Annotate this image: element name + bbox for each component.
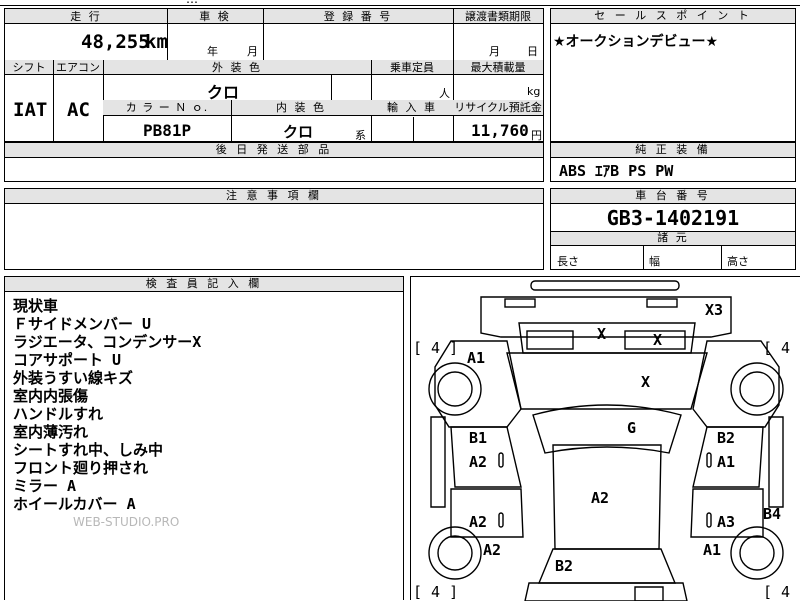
damage-mark: A2 <box>469 453 488 471</box>
dim-width-label: 幅 <box>649 255 660 268</box>
later-parts-block: 後 日 発 送 部 品 <box>4 142 544 182</box>
inspector-header: 検 査 員 記 入 欄 <box>5 277 403 292</box>
damage-mark: B1 <box>469 429 488 447</box>
chassis-header: 車 台 番 号 <box>551 189 795 204</box>
damage-mark: X <box>597 325 607 343</box>
damage-mark: B4 <box>763 505 782 523</box>
damage-mark: A2 <box>469 513 488 531</box>
damage-mark: A2 <box>483 541 502 559</box>
damage-mark: G <box>627 419 637 437</box>
chassis-block: 車 台 番 号 GB3-1402191 諸 元 長さ 幅 高さ <box>550 188 796 270</box>
transfer-day-unit: 日 <box>527 45 538 58</box>
remark-item: 外装うすい線キズ <box>13 369 134 387</box>
damage-mark: A1 <box>467 349 486 367</box>
damage-mark: A3 <box>717 513 736 531</box>
inspection-year-unit: 年 <box>207 45 218 58</box>
shift-label: シフト <box>12 61 46 74</box>
remark-item: 室内薄汚れ <box>13 423 89 441</box>
interior-color-value: クロ <box>283 123 314 141</box>
sales-point-text: ★オークションデビュー★ <box>553 34 719 50</box>
divider <box>721 246 722 270</box>
recycle-value: 11,760 <box>471 121 529 140</box>
dim-height-label: 高さ <box>727 255 749 268</box>
chassis-value: GB3-1402191 <box>606 206 740 230</box>
divider <box>413 117 414 141</box>
recycle-label: リサイクル預託金 <box>454 101 542 114</box>
damage-mark: B2 <box>555 557 574 575</box>
interior-color-suffix: 系 <box>355 129 366 142</box>
damage-mark: B2 <box>717 429 736 447</box>
inspection-label: 車 検 <box>199 10 231 23</box>
spec-block: 走 行 車 検 登 録 番 号 譲渡書類期限 48,255 km 年 月 月 日… <box>4 8 544 142</box>
recycle-unit: 円 <box>531 129 542 142</box>
exterior-color-label: 外 装 色 <box>212 61 262 74</box>
equipment-text: ABS ｴｱB PS PW <box>559 162 674 180</box>
remark-item: フロント廻り押され <box>13 459 149 477</box>
registration-label: 登 録 番 号 <box>323 10 393 23</box>
equipment-header: 純 正 装 備 <box>551 143 795 158</box>
remark-item: ホイールカバー A <box>13 495 136 513</box>
interior-color-label: 内 装 色 <box>276 101 326 114</box>
remark-item: Ｆサイドメンバー U <box>13 315 152 333</box>
watermark-text: WEB-STUDIO.PRO <box>73 515 180 529</box>
mileage-value: 48,255 <box>81 31 150 53</box>
remarks-list: 現状車 Ｆサイドメンバー U ラジエータ、コンデンサーX コアサポート U 外装うすい線… <box>13 297 201 513</box>
notes-header: 注 意 事 項 欄 <box>5 189 543 204</box>
dim-length-label: 長さ <box>557 255 579 268</box>
remark-item: ラジエータ、コンデンサーX <box>13 333 202 351</box>
divider <box>53 60 54 141</box>
remark-item: 現状車 <box>13 297 59 315</box>
remark-item: ハンドルすれ <box>13 405 104 423</box>
sales-point-block: セ ー ル ス ポ イ ン ト ★オークションデビュー★ <box>550 8 796 142</box>
damage-mark: X <box>653 331 663 349</box>
equipment-block: 純 正 装 備 ABS ｴｱB PS PW <box>550 142 796 182</box>
remark-item: シートすれ中、しみ中 <box>13 441 164 459</box>
tire-mark-front-right: [ 4 ] <box>763 339 800 357</box>
transfer-month-unit: 月 <box>489 45 500 58</box>
mileage-label: 走 行 <box>70 10 102 23</box>
top-fragment-text: … <box>186 0 198 6</box>
color-no-label: カ ラ ー Ｎ ｏ. <box>125 101 209 114</box>
capacity-unit: 人 <box>439 87 450 100</box>
sales-point-header: セ ー ル ス ポ イ ン ト <box>551 9 795 24</box>
divider <box>331 75 332 100</box>
shift-value: IAT <box>13 99 48 121</box>
damage-mark: A1 <box>703 541 722 559</box>
transfer-docs-label: 譲渡書類期限 <box>465 10 531 23</box>
damage-mark: X <box>641 373 651 391</box>
max-load-label: 最大積載量 <box>470 61 526 74</box>
damage-diagram: [ 4 ] [ 4 ] [ 4 ] [ 4 ] X3 X X X A1 G B1… <box>410 276 800 601</box>
divider <box>263 9 264 60</box>
color-no-value: PB81P <box>143 121 192 140</box>
damage-mark: A2 <box>591 489 610 507</box>
capacity-label: 乗車定員 <box>390 61 434 74</box>
inspector-block: 検 査 員 記 入 欄 現状車 Ｆサイドメンバー U ラジエータ、コンデンサーX コア… <box>4 276 404 600</box>
import-label: 輸 入 車 <box>387 101 437 114</box>
divider <box>167 9 168 60</box>
divider <box>453 9 454 60</box>
later-parts-header: 後 日 発 送 部 品 <box>5 143 543 158</box>
aircon-label: エアコン <box>56 61 100 74</box>
tire-mark-rear-right: [ 4 ] <box>763 583 800 601</box>
remark-item: 室内内張傷 <box>13 387 89 405</box>
damage-mark: X3 <box>705 301 724 319</box>
inspection-month-unit: 月 <box>247 45 258 58</box>
damage-mark: A1 <box>717 453 736 471</box>
tire-mark-front-left: [ 4 ] <box>413 339 459 357</box>
tire-mark-rear-left: [ 4 ] <box>413 583 459 601</box>
aircon-value: AC <box>67 99 90 121</box>
divider <box>643 246 644 270</box>
remark-item: ミラー A <box>13 477 77 495</box>
max-load-unit: kg <box>527 85 541 98</box>
top-strip <box>0 0 800 6</box>
mileage-unit: km <box>145 31 168 53</box>
remark-item: コアサポート U <box>13 351 122 369</box>
dimensions-label: 諸 元 <box>657 231 689 244</box>
notes-block: 注 意 事 項 欄 <box>4 188 544 270</box>
